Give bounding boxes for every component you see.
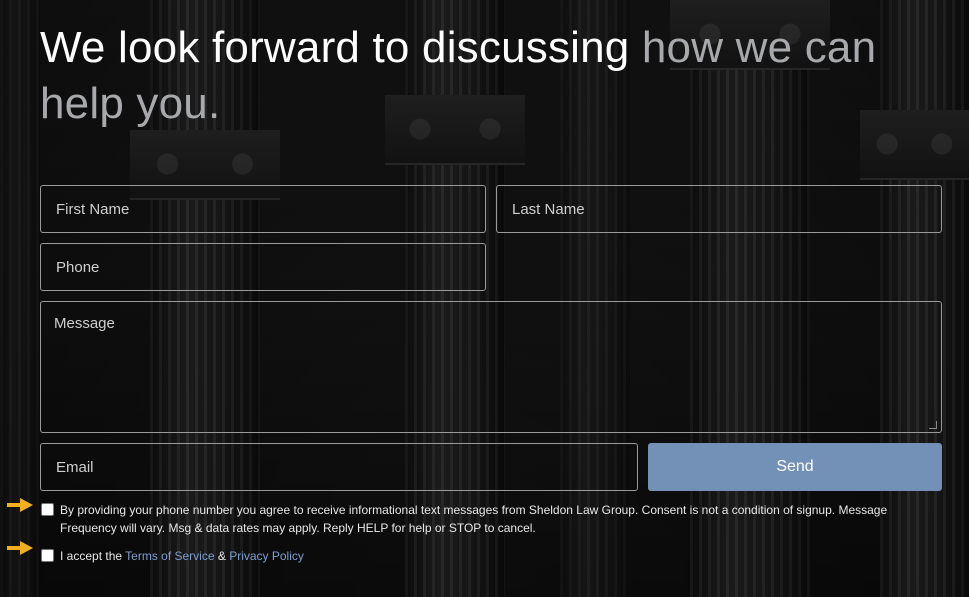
last-name-input[interactable]: [496, 185, 942, 233]
sms-consent-checkbox[interactable]: [41, 503, 54, 516]
terms-join: &: [214, 549, 230, 563]
terms-consent-text: I accept the Terms of Service & Privacy …: [60, 547, 945, 565]
page-title: We look forward to discussing how we can…: [40, 20, 950, 132]
textarea-resize-icon[interactable]: [929, 421, 937, 429]
message-textarea[interactable]: [40, 301, 942, 433]
phone-input[interactable]: [40, 243, 486, 291]
send-button[interactable]: Send: [648, 443, 942, 491]
headline-primary: We look forward to discussing: [40, 23, 642, 72]
privacy-policy-link[interactable]: Privacy Policy: [229, 549, 304, 563]
terms-prefix: I accept the: [60, 549, 126, 563]
pointing-right-arrow-icon: [7, 541, 33, 555]
pointing-right-arrow-icon: [7, 498, 33, 512]
sms-consent-text: By providing your phone number you agree…: [60, 503, 888, 535]
terms-checkbox[interactable]: [41, 549, 54, 562]
first-name-input[interactable]: [40, 185, 486, 233]
contact-section: We look forward to discussing how we can…: [0, 0, 969, 597]
email-input[interactable]: [40, 443, 638, 491]
terms-of-service-link[interactable]: Terms of Service: [125, 549, 214, 563]
